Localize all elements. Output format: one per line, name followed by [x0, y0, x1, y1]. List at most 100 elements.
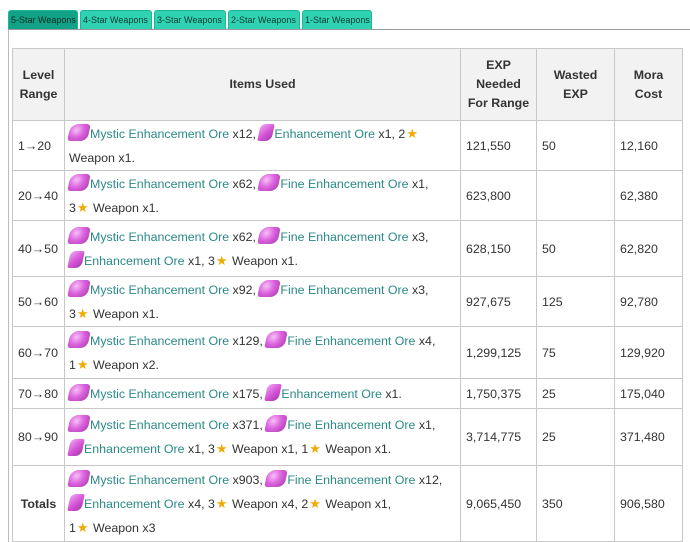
mystic-enhancement-ore-icon	[67, 415, 91, 432]
items-used-cell: Mystic Enhancement Ore x92, Fine Enhance…	[64, 276, 461, 327]
mystic-enhancement-ore-link[interactable]: Mystic Enhancement Ore	[90, 127, 229, 141]
items-used-cell: Mystic Enhancement Ore x175, Enhancement…	[64, 378, 461, 409]
table-row: 70→80 Mystic Enhancement Ore x175, Enhanc…	[12, 378, 683, 409]
items-line: Mystic Enhancement Ore x62, Fine Enhance…	[67, 172, 456, 196]
star-icon: ★	[215, 495, 228, 511]
quantity-text: x4,	[415, 333, 436, 348]
enhancement-ore-link[interactable]: Enhancement Ore	[84, 497, 185, 511]
mystic-enhancement-ore-link[interactable]: Mystic Enhancement Ore	[90, 473, 229, 487]
star-icon: ★	[76, 199, 89, 215]
items-line: Enhancement Ore x1, 3★ Weapon x1.	[67, 249, 456, 273]
items-line: Enhancement Ore x4, 3★ Weapon x4, 2★ Wea…	[67, 492, 456, 516]
fine-enhancement-ore-link[interactable]: Fine Enhancement Ore	[280, 177, 408, 191]
mystic-enhancement-ore-icon	[67, 123, 91, 141]
wasted-exp-cell: 50	[536, 220, 615, 277]
tab-5-star-weapons[interactable]: 5-Star Weapons	[8, 10, 78, 29]
exp-needed-cell: 623,800	[460, 170, 537, 221]
enhancement-ore-link[interactable]: Enhancement Ore	[274, 127, 375, 141]
fine-enhancement-ore-link[interactable]: Fine Enhancement Ore	[280, 283, 408, 297]
fine-enhancement-ore-icon	[264, 469, 289, 487]
level-range-cell: 60→70	[12, 326, 65, 379]
tab-3-star-weapons[interactable]: 3-Star Weapons	[154, 10, 226, 29]
enhancement-ore-link[interactable]: Enhancement Ore	[281, 387, 382, 401]
fine-enhancement-ore-link[interactable]: Fine Enhancement Ore	[287, 473, 415, 487]
items-line: Mystic Enhancement Ore x129, Fine Enhanc…	[67, 329, 456, 353]
mystic-enhancement-ore-icon	[67, 330, 91, 348]
weapon-quantity-text: Weapon x3	[89, 520, 156, 535]
enhancement-ore-link[interactable]: Enhancement Ore	[84, 254, 185, 268]
tab-4-star-weapons[interactable]: 4-Star Weapons	[80, 10, 152, 29]
items-used-cell: Mystic Enhancement Ore x62, Fine Enhance…	[64, 220, 461, 277]
weapon-star-count: 3	[69, 200, 76, 215]
exp-needed-cell: 121,550	[460, 120, 537, 171]
mora-cost-cell: 12,160	[614, 120, 683, 171]
table-row: 20→40 Mystic Enhancement Ore x62, Fine En…	[12, 170, 683, 221]
fine-enhancement-ore-icon	[257, 279, 282, 297]
mystic-enhancement-ore-link[interactable]: Mystic Enhancement Ore	[90, 230, 229, 244]
wasted-exp-cell: 50	[536, 120, 615, 171]
quantity-text: x12,	[415, 472, 443, 487]
header-exp-needed: EXP Needed For Range	[460, 48, 537, 121]
quantity-text: x3,	[408, 282, 429, 297]
quantity-text: x175,	[229, 386, 267, 401]
exp-needed-cell: 628,150	[460, 220, 537, 277]
mystic-enhancement-ore-icon	[67, 226, 91, 244]
mystic-enhancement-ore-link[interactable]: Mystic Enhancement Ore	[90, 177, 229, 191]
quantity-text: x903,	[229, 472, 267, 487]
items-line: Enhancement Ore x1, 3★ Weapon x1, 1★ Wea…	[67, 437, 456, 461]
star-icon: ★	[215, 441, 228, 456]
wasted-exp-cell: 125	[536, 276, 615, 327]
star-icon: ★	[309, 495, 321, 511]
fine-enhancement-ore-link[interactable]: Fine Enhancement Ore	[287, 418, 415, 432]
table-row: 40→50 Mystic Enhancement Ore x62, Fine En…	[12, 220, 683, 277]
items-used-cell: Mystic Enhancement Ore x62, Fine Enhance…	[64, 170, 461, 221]
weapon-star-count: 1	[69, 357, 76, 372]
table-row: 1→20 Mystic Enhancement Ore x12, Enhancem…	[12, 120, 683, 171]
wasted-exp-cell: 75	[536, 326, 615, 379]
weapon-star-count: 3	[207, 496, 215, 511]
enhancement-ore-icon	[67, 250, 85, 268]
mora-cost-cell: 371,480	[614, 408, 683, 466]
ascension-table: Level Range Items Used EXP Needed For Ra…	[12, 48, 683, 542]
fine-enhancement-ore-link[interactable]: Fine Enhancement Ore	[287, 334, 415, 348]
fine-enhancement-ore-link[interactable]: Fine Enhancement Ore	[280, 230, 408, 244]
weapon-quantity-text: Weapon x1,	[321, 496, 392, 511]
weapon-star-count: 1	[69, 520, 76, 535]
items-used-cell: Mystic Enhancement Ore x903, Fine Enhanc…	[64, 465, 461, 542]
quantity-text: x371,	[229, 418, 267, 432]
mystic-enhancement-ore-icon	[67, 279, 91, 297]
items-line: 1★ Weapon x3	[69, 516, 456, 540]
enhancement-ore-link[interactable]: Enhancement Ore	[84, 442, 185, 456]
mystic-enhancement-ore-link[interactable]: Mystic Enhancement Ore	[90, 418, 229, 432]
exp-needed-cell: 927,675	[460, 276, 537, 327]
quantity-text: x62,	[229, 176, 260, 191]
exp-needed-cell: 9,065,450	[460, 465, 537, 542]
items-used-cell: Mystic Enhancement Ore x12, Enhancement …	[64, 120, 461, 171]
items-line: Mystic Enhancement Ore x62, Fine Enhance…	[67, 225, 456, 249]
fine-enhancement-ore-icon	[264, 330, 289, 348]
weapon-star-count: 2	[398, 126, 406, 141]
tab-1-star-weapons[interactable]: 1-Star Weapons	[302, 10, 372, 29]
items-used-cell: Mystic Enhancement Ore x371, Fine Enhanc…	[64, 408, 461, 466]
level-range-cell: 20→40	[12, 170, 65, 221]
wasted-exp-cell: 25	[536, 408, 615, 466]
quantity-text: x12,	[229, 126, 260, 141]
mystic-enhancement-ore-link[interactable]: Mystic Enhancement Ore	[90, 387, 229, 401]
weapon-star-count: 2	[301, 496, 309, 511]
mystic-enhancement-ore-icon	[67, 383, 91, 401]
weapon-quantity-text: Weapon x1,	[228, 442, 302, 456]
table-row: Totals Mystic Enhancement Ore x903, Fine …	[12, 465, 683, 542]
items-line: Mystic Enhancement Ore x903, Fine Enhanc…	[67, 468, 456, 492]
exp-needed-cell: 3,714,775	[460, 408, 537, 466]
wasted-exp-cell: 25	[536, 378, 615, 409]
tab-2-star-weapons[interactable]: 2-Star Weapons	[228, 10, 300, 29]
quantity-text: x4,	[184, 496, 208, 511]
enhancement-ore-icon	[67, 493, 85, 511]
mystic-enhancement-ore-link[interactable]: Mystic Enhancement Ore	[90, 334, 229, 348]
table-body: 1→20 Mystic Enhancement Ore x12, Enhancem…	[12, 120, 683, 542]
mystic-enhancement-ore-icon	[67, 173, 91, 191]
mystic-enhancement-ore-link[interactable]: Mystic Enhancement Ore	[90, 283, 229, 297]
level-range-cell: 50→60	[12, 276, 65, 327]
quantity-text: x1,	[415, 418, 436, 432]
level-range-cell: 40→50	[12, 220, 65, 277]
